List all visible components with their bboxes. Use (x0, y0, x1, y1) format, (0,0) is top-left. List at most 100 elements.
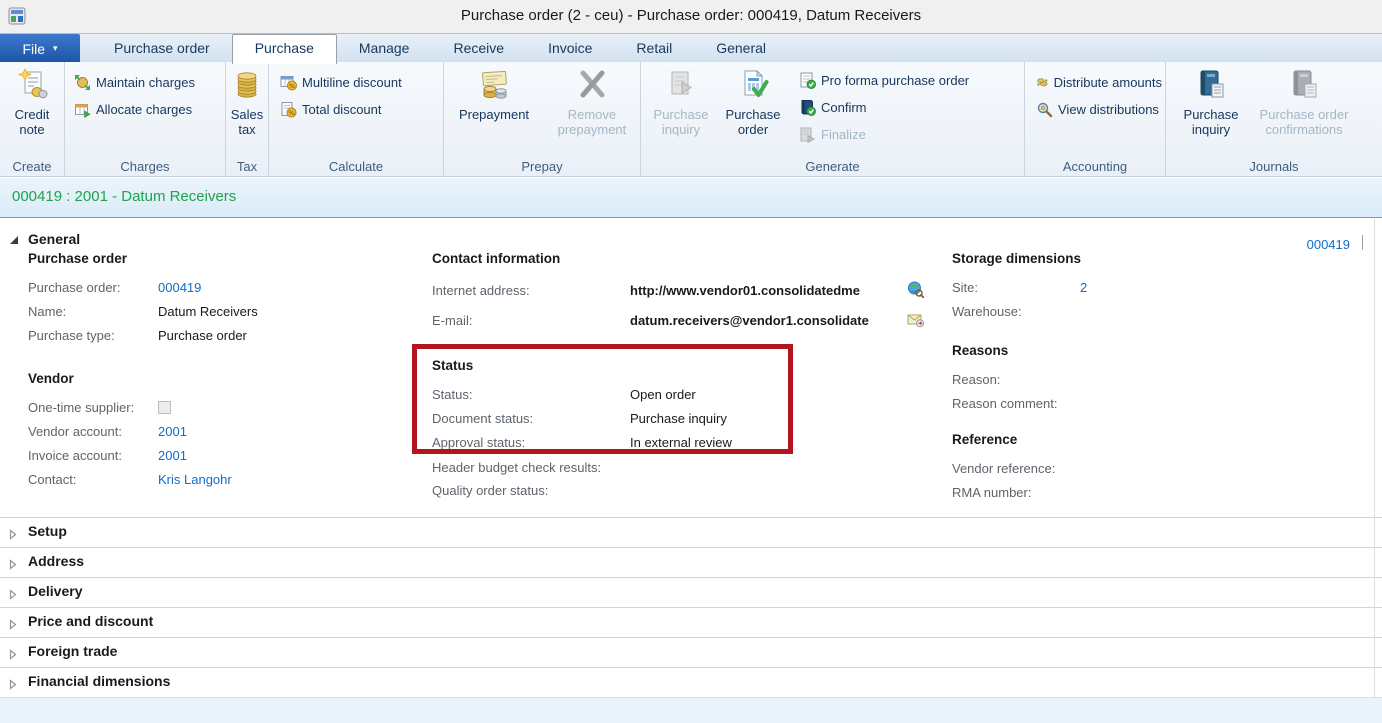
view-distributions-button[interactable]: View distributions (1033, 96, 1165, 123)
multiline-discount-button[interactable]: % Multiline discount (277, 69, 443, 96)
finalize-label: Finalize (821, 127, 866, 142)
section-price-and-discount[interactable]: Price and discount (0, 607, 1382, 637)
field-status: Status: Open order (432, 382, 732, 406)
group-label-calculate: Calculate (269, 159, 443, 174)
field-purchase-type: Purchase type: Purchase order (28, 323, 258, 347)
tab-purchase[interactable]: Purchase (232, 34, 337, 64)
record-number-link[interactable]: 000419 (1307, 237, 1350, 252)
ribbon-group-calculate: % Multiline discount % Total discount Ca… (269, 62, 444, 176)
pro-forma-purchase-order-label: Pro forma purchase order (821, 73, 969, 88)
distribute-amounts-label: Distribute amounts (1054, 75, 1162, 90)
expand-triangle-icon (9, 527, 17, 545)
allocate-charges-button[interactable]: Allocate charges (71, 96, 225, 123)
expand-triangle-icon (9, 617, 17, 635)
purchase-order-value-link[interactable]: 000419 (158, 280, 201, 295)
panel-right-border (1374, 219, 1375, 697)
prepayment-button[interactable]: Prepayment (448, 62, 540, 122)
field-one-time-supplier: One-time supplier: (28, 395, 232, 419)
purchase-order-confirmations-label: Purchase order confirmations (1246, 107, 1362, 137)
field-invoice-account: Invoice account: 2001 (28, 443, 232, 467)
one-time-supplier-checkbox[interactable] (158, 401, 171, 414)
purchase-order-generate-label: Purchase order (716, 107, 790, 137)
expand-triangle-icon (9, 677, 17, 695)
field-rma-number: RMA number: (952, 480, 1080, 504)
section-financial-dimensions[interactable]: Financial dimensions (0, 667, 1382, 697)
ribbon-tab-strip: File ▾ Purchase order Purchase Manage Re… (0, 33, 1382, 62)
status-footer (0, 697, 1382, 723)
section-delivery[interactable]: Delivery (0, 577, 1382, 607)
status-extra-fieldgroup: Header budget check results: Quality ord… (432, 456, 630, 502)
vendor-account-link[interactable]: 2001 (158, 424, 187, 439)
status-value: Open order (630, 387, 696, 402)
section-delivery-title: Delivery (28, 583, 82, 599)
section-address[interactable]: Address (0, 547, 1382, 577)
distribute-amounts-button[interactable]: Distribute amounts (1033, 69, 1165, 96)
file-menu-button[interactable]: File ▾ (0, 34, 80, 63)
storage-dimensions-fieldgroup: Storage dimensions Site: 2 Warehouse: (952, 251, 1087, 323)
group-label-create: Create (0, 159, 64, 174)
purchase-order-confirmations-button: Purchase order confirmations (1246, 62, 1362, 137)
expand-triangle-icon (9, 557, 17, 575)
remove-prepayment-button: Remove prepayment (544, 62, 639, 137)
field-name: Name: Datum Receivers (28, 299, 258, 323)
confirm-label: Confirm (821, 100, 867, 115)
open-internet-address-icon[interactable] (907, 281, 924, 303)
site-link[interactable]: 2 (1080, 280, 1087, 295)
contact-link[interactable]: Kris Langohr (158, 472, 232, 487)
field-warehouse: Warehouse: (952, 299, 1087, 323)
section-financial-dimensions-title: Financial dimensions (28, 673, 170, 689)
vendor-fieldgroup: Vendor One-time supplier: Vendor account… (28, 371, 232, 491)
expand-triangle-icon (9, 647, 17, 665)
purchase-order-group-title: Purchase order (28, 251, 258, 266)
sales-tax-button[interactable]: Sales tax (226, 62, 268, 137)
purchase-order-fieldgroup: Purchase order Purchase order: 000419 Na… (28, 251, 258, 347)
tab-manage[interactable]: Manage (337, 34, 432, 63)
name-value: Datum Receivers (158, 304, 258, 319)
document-status-value: Purchase inquiry (630, 411, 727, 426)
section-setup-title: Setup (28, 523, 67, 539)
purchase-order-generate-button[interactable]: Purchase order (716, 62, 790, 137)
multiline-discount-label: Multiline discount (302, 75, 402, 90)
field-reason-comment: Reason comment: (952, 391, 1080, 415)
journal-book-blue-icon (1195, 68, 1227, 100)
status-fieldgroup: Status Status: Open order Document statu… (432, 358, 732, 454)
maintain-charges-button[interactable]: Maintain charges (71, 69, 225, 96)
group-label-journals: Journals (1166, 159, 1382, 174)
group-label-tax: Tax (226, 159, 268, 174)
section-setup[interactable]: Setup (0, 517, 1382, 547)
tab-invoice[interactable]: Invoice (526, 34, 614, 63)
contact-information-fieldgroup: Contact information Internet address: ht… (432, 251, 869, 335)
purchase-inquiry-journal-button[interactable]: Purchase inquiry (1176, 62, 1246, 137)
finalize-icon (799, 126, 816, 143)
credit-note-label: Credit note (2, 107, 62, 137)
allocate-charges-label: Allocate charges (96, 102, 192, 117)
send-email-icon[interactable] (907, 311, 924, 333)
purchase-order-check-icon (737, 68, 769, 100)
prepayment-icon (478, 68, 510, 100)
total-discount-icon: % (280, 101, 297, 118)
total-discount-label: Total discount (302, 102, 382, 117)
tab-receive[interactable]: Receive (431, 34, 526, 63)
confirm-button[interactable]: Confirm (796, 94, 972, 121)
finalize-button: Finalize (796, 121, 972, 148)
tab-general[interactable]: General (694, 34, 788, 63)
title-bar: Purchase order (2 - ceu) - Purchase orde… (0, 0, 1382, 33)
section-foreign-trade[interactable]: Foreign trade (0, 637, 1382, 667)
chevron-down-icon: ▾ (53, 44, 58, 53)
reference-fieldgroup: Reference Vendor reference: RMA number: (952, 432, 1080, 504)
credit-note-button[interactable]: Credit note (2, 62, 62, 137)
total-discount-button[interactable]: % Total discount (277, 96, 443, 123)
purchase-inquiry-doc-icon (665, 68, 697, 100)
collapse-triangle-icon (10, 236, 18, 244)
purchase-inquiry-generate-button: Purchase inquiry (646, 62, 716, 137)
group-label-prepay: Prepay (444, 159, 640, 174)
purchase-inquiry-journal-label: Purchase inquiry (1176, 107, 1246, 137)
reasons-fieldgroup: Reasons Reason: Reason comment: (952, 343, 1080, 415)
allocate-charges-icon (74, 101, 91, 118)
tab-purchase-order[interactable]: Purchase order (92, 34, 232, 63)
contact-information-title: Contact information (432, 251, 869, 266)
vendor-group-title: Vendor (28, 371, 232, 386)
pro-forma-purchase-order-button[interactable]: Pro forma purchase order (796, 67, 972, 94)
invoice-account-link[interactable]: 2001 (158, 448, 187, 463)
tab-retail[interactable]: Retail (614, 34, 694, 63)
